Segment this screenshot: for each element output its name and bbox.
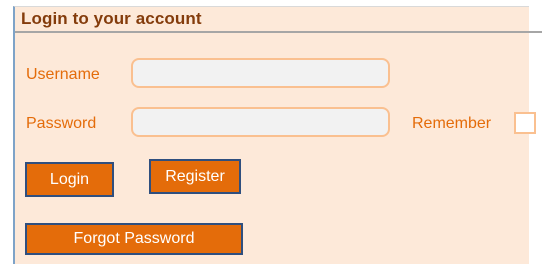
password-label: Password bbox=[26, 115, 97, 132]
login-panel: Login to your account Username Password … bbox=[13, 6, 542, 264]
register-button[interactable]: Register bbox=[149, 159, 241, 194]
login-button[interactable]: Login bbox=[25, 162, 114, 197]
login-title: Login to your account bbox=[21, 9, 202, 28]
username-label: Username bbox=[26, 66, 100, 83]
remember-label: Remember bbox=[412, 115, 492, 132]
remember-checkbox[interactable] bbox=[514, 112, 536, 134]
forgot-password-button[interactable]: Forgot Password bbox=[25, 223, 243, 255]
title-divider bbox=[15, 31, 542, 33]
username-input[interactable] bbox=[131, 58, 390, 88]
password-input[interactable] bbox=[131, 107, 390, 137]
